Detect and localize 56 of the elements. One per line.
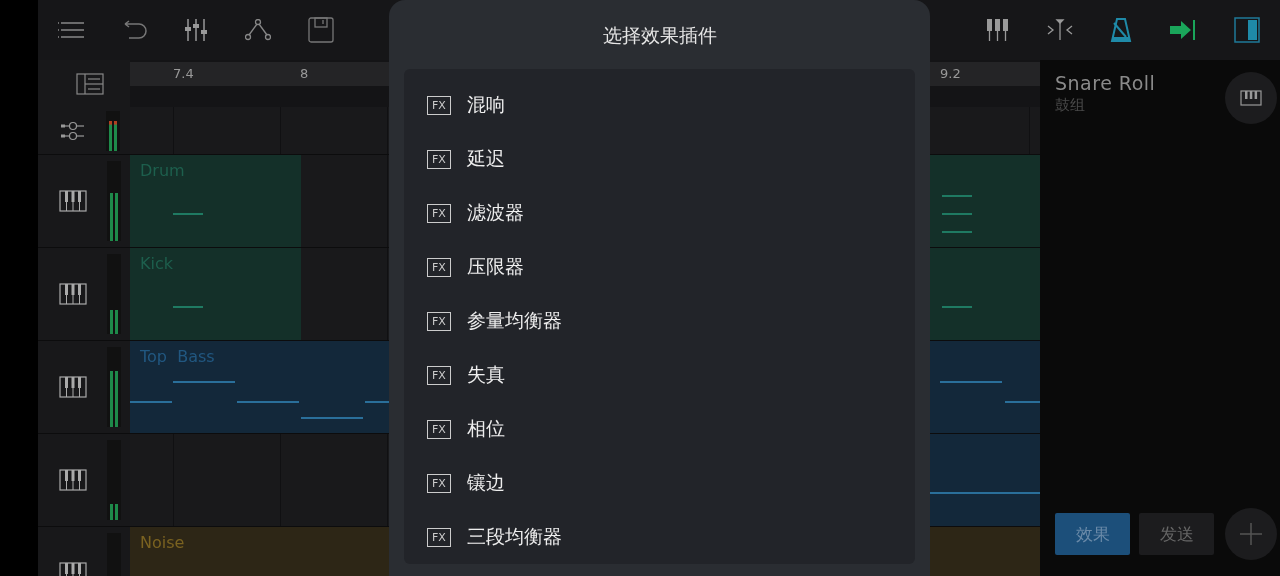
- fx-badge: FX: [427, 365, 451, 385]
- fx-badge: FX: [427, 95, 451, 115]
- fx-badge: FX: [427, 473, 451, 493]
- plus-icon: [1239, 522, 1263, 546]
- effect-name: 参量均衡器: [466, 308, 562, 333]
- split-marker-icon[interactable]: [1047, 19, 1073, 41]
- panel-toggle-icon[interactable]: [1234, 17, 1260, 43]
- menu-icon[interactable]: [58, 20, 84, 40]
- effect-name: 镶边: [466, 470, 505, 495]
- effect-item[interactable]: FX 压限器: [404, 240, 915, 294]
- effect-item[interactable]: FX 相位: [404, 402, 915, 456]
- instrument-group: 鼓组: [1055, 96, 1156, 115]
- instrument-name: Snare Roll: [1055, 72, 1156, 94]
- piano-keys-icon[interactable]: [59, 283, 87, 305]
- fx-badge: FX: [427, 203, 451, 223]
- instrument-button[interactable]: [1225, 72, 1277, 124]
- piano-keys-icon[interactable]: [59, 469, 87, 491]
- effect-name: 失真: [466, 362, 505, 387]
- effect-item[interactable]: FX 延迟: [404, 132, 915, 186]
- fx-badge: FX: [427, 527, 451, 547]
- mixer-sliders-icon[interactable]: [184, 18, 208, 42]
- ruler-label: 8: [300, 66, 309, 81]
- fx-badge: FX: [427, 149, 451, 169]
- midi-clip[interactable]: [930, 155, 1040, 247]
- effect-item[interactable]: FX 混响: [404, 78, 915, 132]
- effect-item[interactable]: FX 参量均衡器: [404, 294, 915, 348]
- save-icon[interactable]: [308, 17, 334, 43]
- effect-item[interactable]: FX 三段均衡器: [404, 510, 915, 564]
- piano-keys-icon: [1240, 90, 1262, 106]
- jump-to-end-icon[interactable]: [1169, 19, 1197, 41]
- effect-item[interactable]: FX 滤波器: [404, 186, 915, 240]
- effect-name: 压限器: [466, 254, 524, 279]
- fx-badge: FX: [427, 257, 451, 277]
- dialog-title: 选择效果插件: [602, 23, 717, 48]
- effect-name: 混响: [466, 92, 505, 117]
- effect-name: 三段均衡器: [466, 524, 562, 549]
- ruler-label: 9.2: [940, 66, 961, 81]
- piano-keys-icon[interactable]: [59, 376, 87, 398]
- routing-icon[interactable]: [60, 120, 86, 141]
- effect-name: 相位: [466, 416, 505, 441]
- effect-item[interactable]: FX 镶边: [404, 456, 915, 510]
- fx-badge: FX: [427, 419, 451, 439]
- nodes-icon[interactable]: [245, 19, 271, 41]
- clip-name: Noise: [140, 533, 185, 552]
- ruler-label: 7.4: [173, 66, 194, 81]
- effect-item[interactable]: FX 失真: [404, 348, 915, 402]
- fx-badge: FX: [427, 311, 451, 331]
- track-list-icon[interactable]: [76, 72, 104, 95]
- piano-keys-icon[interactable]: [59, 190, 87, 212]
- effect-name: 滤波器: [466, 200, 524, 225]
- midi-clip[interactable]: [930, 248, 1040, 340]
- clip-name: Top Bass: [140, 347, 215, 366]
- piano-icon[interactable]: [986, 18, 1010, 42]
- level-meter: [106, 110, 120, 151]
- metronome-icon[interactable]: [1110, 17, 1132, 43]
- effect-name: 延迟: [466, 146, 505, 171]
